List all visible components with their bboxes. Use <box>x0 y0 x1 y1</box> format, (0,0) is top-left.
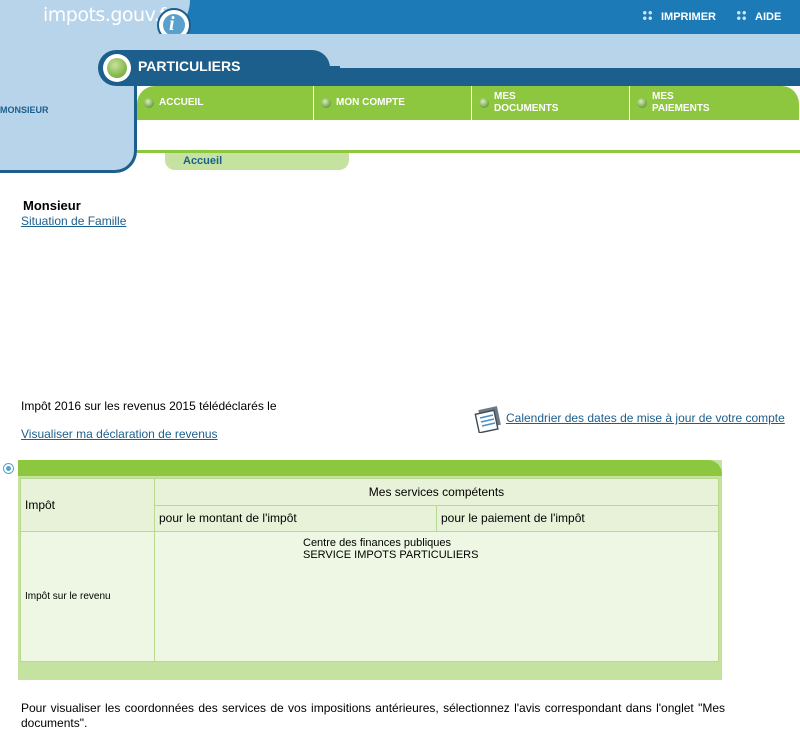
service-department: SERVICE IMPOTS PARTICULIERS <box>303 549 479 561</box>
row-tax-name: Impôt sur le revenu <box>20 531 155 662</box>
identity-label: MONSIEUR <box>0 105 49 115</box>
tab-bullet-icon <box>479 98 489 108</box>
dots-icon <box>642 10 653 21</box>
site-logo-text: impots.gouv.fr <box>43 4 173 26</box>
user-name: Monsieur <box>23 198 81 213</box>
header-band-dark <box>325 68 800 86</box>
tab-bullet-icon <box>321 98 331 108</box>
footer-note: Pour visualiser les coordonnées des serv… <box>21 701 725 730</box>
service-name: Centre des finances publiques <box>303 537 451 549</box>
help-link[interactable]: AIDE <box>736 10 781 23</box>
tab-bullet-icon <box>144 98 154 108</box>
row-service-info: Centre des finances publiques SERVICE IM… <box>154 531 719 662</box>
section-title: PARTICULIERS <box>138 58 241 74</box>
dots-icon <box>736 10 747 21</box>
breadcrumb-current: Accueil <box>183 155 223 167</box>
tab-mes-paiements[interactable]: MES PAIEMENTS <box>630 86 800 120</box>
column-header-services: Mes services compétents <box>154 478 719 506</box>
view-declaration-link[interactable]: Visualiser ma déclaration de revenus <box>21 427 218 441</box>
column-header-payment: pour le paiement de l'impôt <box>436 504 719 532</box>
services-panel-header <box>18 460 722 476</box>
breadcrumb: Accueil <box>165 153 349 170</box>
green-bullet-icon <box>103 54 131 82</box>
services-panel-footer <box>18 663 722 680</box>
tax-year-title: Impôt 2016 sur les revenus 2015 télédécl… <box>21 399 277 413</box>
update-calendar-link[interactable]: Calendrier des dates de mise à jour de v… <box>506 411 785 425</box>
family-situation-link[interactable]: Situation de Famille <box>21 214 126 228</box>
table-row: Impôt sur le revenu Centre des finances … <box>20 531 719 662</box>
column-header-tax: Impôt <box>20 478 155 532</box>
identity-panel <box>0 86 137 173</box>
calendar-icon[interactable] <box>474 405 502 433</box>
tab-accueil[interactable]: ACCUEIL <box>137 86 314 120</box>
column-header-amount: pour le montant de l'impôt <box>154 504 437 532</box>
main-nav: ACCUEIL MON COMPTE MES DOCUMENTS MES PAI… <box>137 86 800 120</box>
expand-icon[interactable] <box>3 463 14 474</box>
services-table: Impôt Mes services compétents pour le mo… <box>20 478 719 662</box>
tab-mon-compte[interactable]: MON COMPTE <box>314 86 472 120</box>
tab-mes-documents[interactable]: MES DOCUMENTS <box>472 86 630 120</box>
tab-bullet-icon <box>637 98 647 108</box>
print-link[interactable]: IMPRIMER <box>642 10 716 23</box>
section-badge: PARTICULIERS <box>98 50 340 86</box>
